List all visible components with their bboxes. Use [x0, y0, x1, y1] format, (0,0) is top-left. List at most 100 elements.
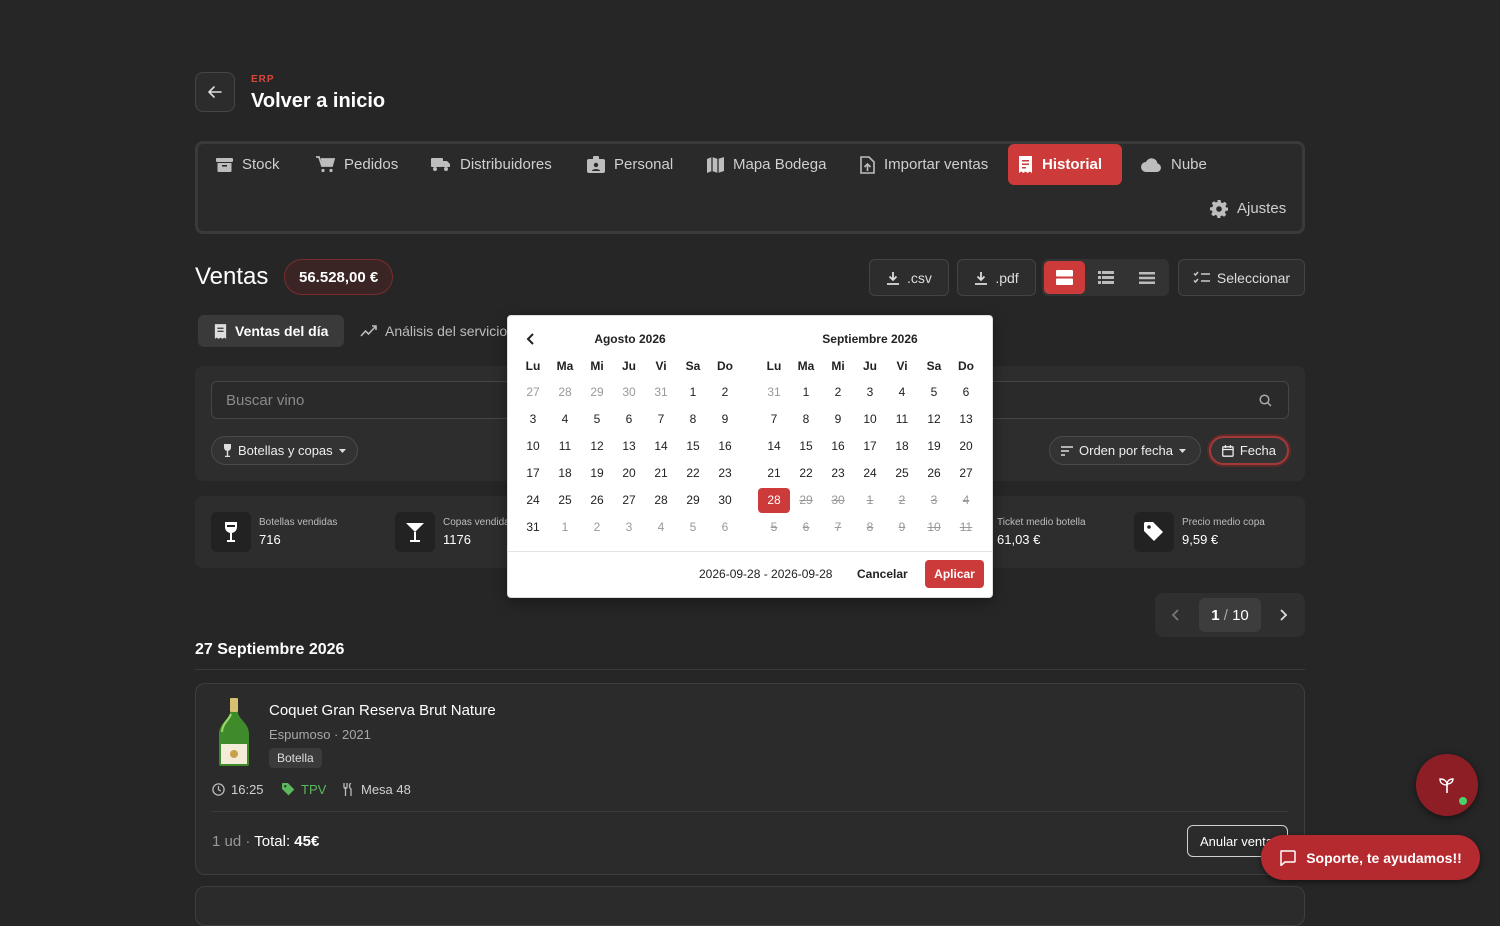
calendar-day[interactable]: 20: [950, 434, 982, 459]
calendar-day[interactable]: 4: [645, 515, 677, 540]
calendar-day[interactable]: 23: [822, 461, 854, 486]
calendar-day[interactable]: 10: [854, 407, 886, 432]
assistant-fab[interactable]: [1416, 754, 1478, 816]
calendar-day[interactable]: 25: [549, 488, 581, 513]
calendar-day[interactable]: 27: [517, 380, 549, 405]
view-compact-button[interactable]: [1126, 261, 1167, 294]
nav-item-distribuidores[interactable]: Distribuidores: [421, 144, 562, 185]
calendar-day[interactable]: 1: [790, 380, 822, 405]
tab-analisis-servicio[interactable]: Análisis del servicio: [344, 315, 523, 347]
calendar-day[interactable]: 25: [886, 461, 918, 486]
calendar-day[interactable]: 26: [581, 488, 613, 513]
calendar-day[interactable]: 4: [549, 407, 581, 432]
view-list-button[interactable]: [1085, 261, 1126, 294]
nav-item-personal[interactable]: Personal: [577, 144, 683, 185]
nav-item-historial[interactable]: Historial: [1008, 144, 1122, 185]
calendar-day[interactable]: 2: [581, 515, 613, 540]
export-pdf-button[interactable]: .pdf: [957, 259, 1036, 296]
calendar-day[interactable]: 15: [677, 434, 709, 459]
calendar-day[interactable]: 16: [822, 434, 854, 459]
nav-item-pedidos[interactable]: Pedidos: [306, 144, 408, 185]
next-page-button[interactable]: [1273, 607, 1293, 623]
calendar-day[interactable]: 3: [854, 380, 886, 405]
calendar-day[interactable]: 8: [790, 407, 822, 432]
calendar-day[interactable]: 30: [613, 380, 645, 405]
calendar-day[interactable]: 30: [709, 488, 741, 513]
calendar-day[interactable]: 6: [709, 515, 741, 540]
calendar-day[interactable]: 31: [645, 380, 677, 405]
calendar-apply-button[interactable]: Aplicar: [925, 560, 984, 588]
export-csv-button[interactable]: .csv: [869, 259, 949, 296]
calendar-day[interactable]: 27: [950, 461, 982, 486]
calendar-day[interactable]: 24: [854, 461, 886, 486]
calendar-day[interactable]: 21: [645, 461, 677, 486]
calendar-day[interactable]: 20: [613, 461, 645, 486]
nav-item-ajustes[interactable]: Ajustes: [1200, 188, 1296, 229]
calendar-cancel-button[interactable]: Cancelar: [857, 567, 908, 581]
calendar-day[interactable]: 15: [790, 434, 822, 459]
tab-ventas-del-dia[interactable]: Ventas del día: [198, 315, 345, 347]
calendar-day[interactable]: 14: [758, 434, 790, 459]
calendar-day[interactable]: 17: [517, 461, 549, 486]
back-button[interactable]: [195, 72, 235, 112]
type-filter-dropdown[interactable]: Botellas y copas: [211, 436, 358, 465]
nav-item-stock[interactable]: Stock: [206, 144, 290, 185]
calendar-day[interactable]: 8: [677, 407, 709, 432]
calendar-day[interactable]: 1: [549, 515, 581, 540]
prev-page-button[interactable]: [1166, 607, 1186, 623]
calendar-day[interactable]: 23: [709, 461, 741, 486]
calendar-day[interactable]: 14: [645, 434, 677, 459]
calendar-day[interactable]: 9: [709, 407, 741, 432]
calendar-day[interactable]: 12: [581, 434, 613, 459]
calendar-day-selected[interactable]: 28: [758, 488, 790, 513]
support-button[interactable]: Soporte, te ayudamos!!: [1261, 835, 1480, 880]
view-cards-button[interactable]: [1044, 261, 1085, 294]
calendar-day[interactable]: 28: [645, 488, 677, 513]
calendar-day[interactable]: 29: [677, 488, 709, 513]
calendar-day[interactable]: 28: [549, 380, 581, 405]
calendar-day[interactable]: 6: [613, 407, 645, 432]
calendar-day[interactable]: 31: [758, 380, 790, 405]
calendar-day[interactable]: 24: [517, 488, 549, 513]
date-filter-button[interactable]: Fecha: [1209, 436, 1289, 465]
calendar-day[interactable]: 6: [950, 380, 982, 405]
calendar-day[interactable]: 13: [613, 434, 645, 459]
select-mode-button[interactable]: Seleccionar: [1178, 259, 1305, 296]
calendar-day[interactable]: 5: [918, 380, 950, 405]
calendar-day[interactable]: 7: [645, 407, 677, 432]
calendar-day[interactable]: 4: [886, 380, 918, 405]
calendar-day[interactable]: 31: [517, 515, 549, 540]
calendar-day[interactable]: 16: [709, 434, 741, 459]
calendar-day[interactable]: 18: [886, 434, 918, 459]
calendar-day[interactable]: 11: [886, 407, 918, 432]
prev-month-button[interactable]: [524, 332, 538, 346]
calendar-day[interactable]: 5: [581, 407, 613, 432]
nav-item-mapa-bodega[interactable]: Mapa Bodega: [697, 144, 836, 185]
weekday-header: Mi: [831, 359, 845, 373]
calendar-day[interactable]: 2: [709, 380, 741, 405]
calendar-day[interactable]: 18: [549, 461, 581, 486]
calendar-day[interactable]: 26: [918, 461, 950, 486]
calendar-day[interactable]: 1: [677, 380, 709, 405]
nav-item-importar-ventas[interactable]: Importar ventas: [850, 144, 998, 185]
calendar-day[interactable]: 22: [677, 461, 709, 486]
calendar-day[interactable]: 3: [613, 515, 645, 540]
calendar-day[interactable]: 27: [613, 488, 645, 513]
calendar-day[interactable]: 9: [822, 407, 854, 432]
calendar-day[interactable]: 19: [918, 434, 950, 459]
calendar-day[interactable]: 11: [549, 434, 581, 459]
order-dropdown[interactable]: Orden por fecha: [1049, 436, 1201, 465]
calendar-day[interactable]: 7: [758, 407, 790, 432]
calendar-day[interactable]: 2: [822, 380, 854, 405]
calendar-day[interactable]: 13: [950, 407, 982, 432]
calendar-day[interactable]: 12: [918, 407, 950, 432]
calendar-day[interactable]: 3: [517, 407, 549, 432]
calendar-day[interactable]: 29: [581, 380, 613, 405]
calendar-day[interactable]: 17: [854, 434, 886, 459]
nav-item-nube[interactable]: Nube: [1131, 144, 1217, 185]
calendar-day[interactable]: 22: [790, 461, 822, 486]
calendar-day[interactable]: 5: [677, 515, 709, 540]
calendar-day[interactable]: 10: [517, 434, 549, 459]
calendar-day[interactable]: 19: [581, 461, 613, 486]
calendar-day[interactable]: 21: [758, 461, 790, 486]
